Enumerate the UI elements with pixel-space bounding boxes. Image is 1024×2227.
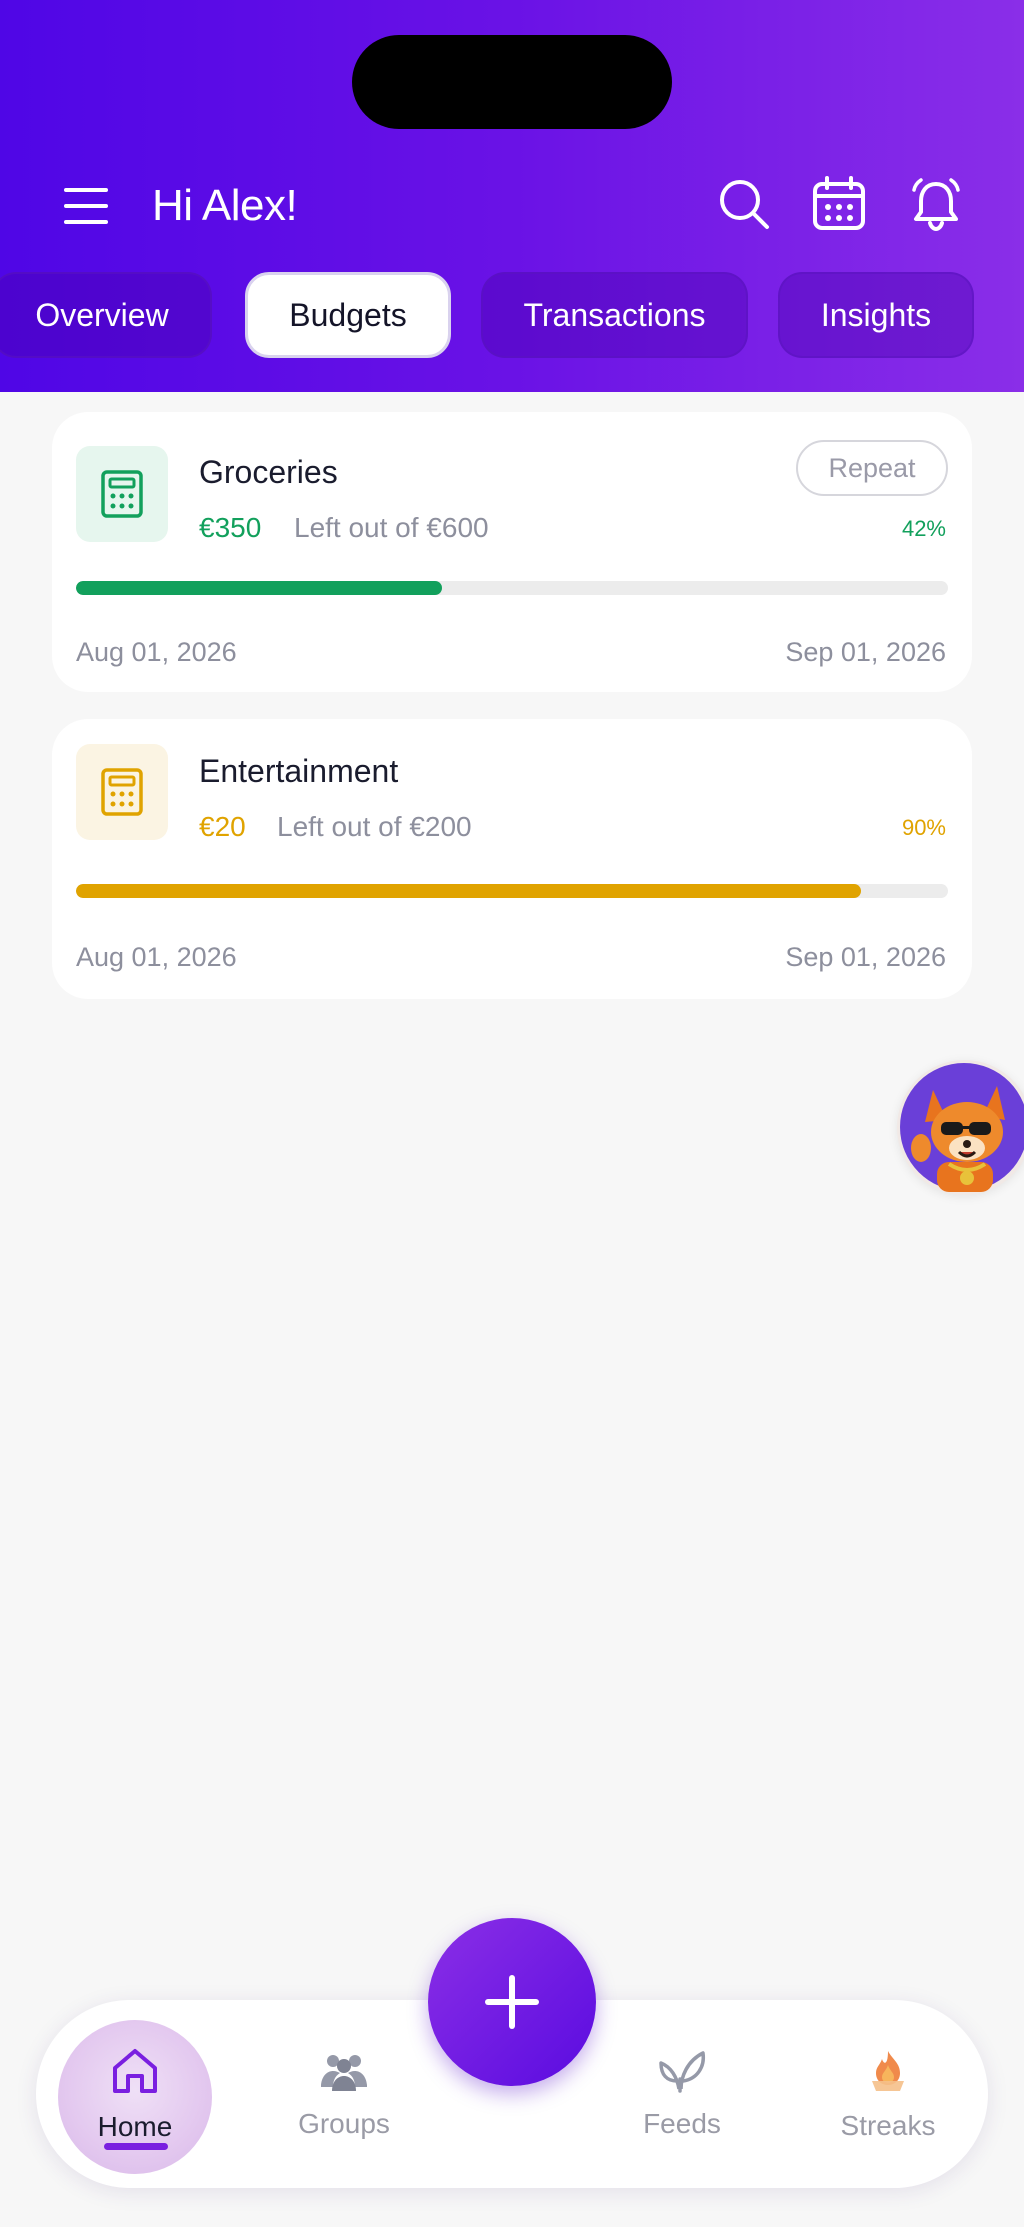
nav-home[interactable]: Home xyxy=(58,2000,212,2188)
tab-overview[interactable]: Overview xyxy=(0,272,212,358)
budget-start-date: Aug 01, 2026 xyxy=(76,942,237,972)
camera-notch xyxy=(352,35,672,129)
nav-home-label: Home xyxy=(97,2110,173,2142)
bell-icon[interactable] xyxy=(908,176,964,232)
budget-progress-bar xyxy=(76,581,948,595)
nav-streaks-label: Streaks xyxy=(840,2109,936,2141)
nav-groups-label: Groups xyxy=(298,2107,390,2139)
plus-icon xyxy=(485,1975,539,2029)
budget-amount-left: €20 xyxy=(199,811,246,842)
repeat-button[interactable]: Repeat xyxy=(796,440,948,496)
home-active-indicator xyxy=(104,2143,168,2150)
budget-percent: 42% xyxy=(901,516,946,541)
tab-insights[interactable]: Insights xyxy=(778,272,974,358)
budget-left-text: Left out of €600 xyxy=(294,512,489,543)
budget-card-entertainment[interactable]: Entertainment €20 Left out of €200 90% A… xyxy=(52,719,972,999)
calculator-icon xyxy=(76,446,168,542)
calculator-icon xyxy=(76,744,168,840)
nav-streaks[interactable]: Streaks xyxy=(808,2000,968,2188)
budget-name: Groceries xyxy=(199,454,338,490)
add-button[interactable] xyxy=(428,1918,596,2086)
header: Hi Alex! Overview Budgets Transactions I… xyxy=(0,0,1024,392)
tab-budgets[interactable]: Budgets xyxy=(245,272,451,358)
budget-end-date: Sep 01, 2026 xyxy=(785,942,946,972)
tab-bar: Overview Budgets Transactions Insights xyxy=(0,272,1024,358)
search-icon[interactable] xyxy=(716,176,772,232)
budget-name: Entertainment xyxy=(199,753,399,789)
app-screen: Hi Alex! Overview Budgets Transactions I… xyxy=(0,0,1024,2227)
leaf-icon xyxy=(657,2049,707,2098)
nav-groups[interactable]: Groups xyxy=(264,2000,424,2188)
greeting-title: Hi Alex! xyxy=(152,181,298,230)
budget-end-date: Sep 01, 2026 xyxy=(785,637,946,667)
budget-left-text: Left out of €200 xyxy=(277,811,472,842)
budget-amount-left: €350 xyxy=(199,512,262,543)
flame-icon xyxy=(866,2047,910,2100)
budget-progress-fill xyxy=(76,884,861,898)
budget-progress-bar xyxy=(76,884,948,898)
nav-feeds-label: Feeds xyxy=(643,2107,721,2139)
home-icon xyxy=(109,2046,161,2101)
budget-progress-fill xyxy=(76,581,443,595)
calendar-icon[interactable] xyxy=(811,176,867,232)
nav-feeds[interactable]: Feeds xyxy=(602,2000,762,2188)
budget-start-date: Aug 01, 2026 xyxy=(76,637,237,667)
tab-transactions[interactable]: Transactions xyxy=(481,272,748,358)
budget-percent: 90% xyxy=(901,815,946,840)
menu-icon[interactable] xyxy=(62,182,110,230)
groups-icon xyxy=(319,2049,369,2098)
mascot-assistant-avatar[interactable] xyxy=(897,1060,1024,1195)
budget-card-groceries[interactable]: Groceries €350 Left out of €600 Repeat 4… xyxy=(52,412,972,692)
